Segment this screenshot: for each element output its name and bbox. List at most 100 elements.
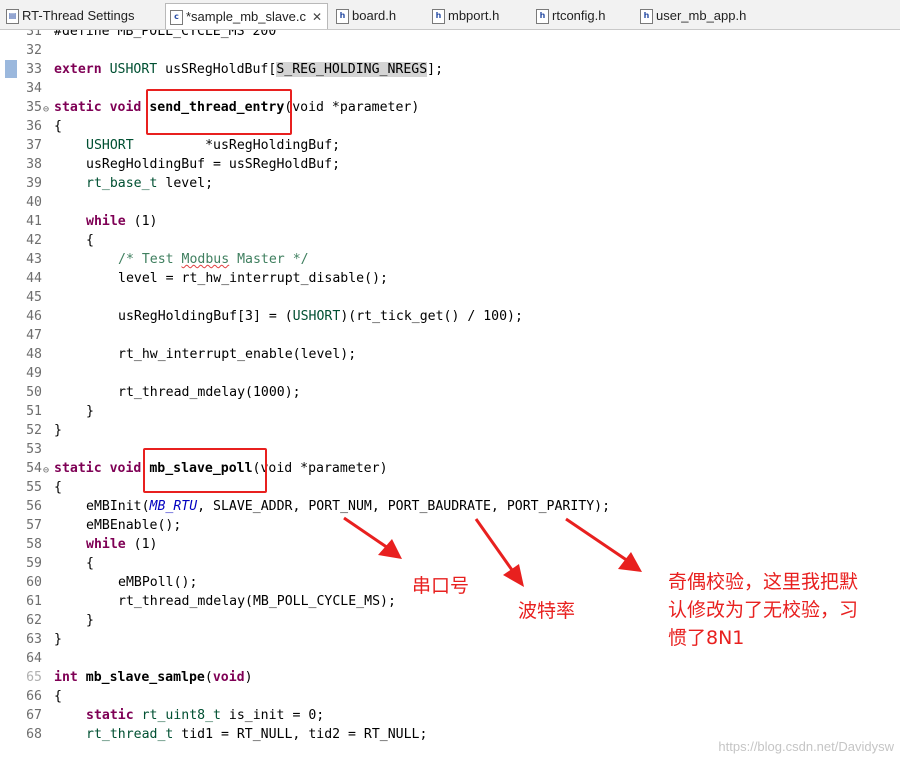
- code-line: 58 while (1): [0, 535, 900, 554]
- code-line: 32: [0, 41, 900, 60]
- line-number: 67: [26, 708, 42, 723]
- spelling-squiggle: Modbus: [181, 252, 230, 267]
- code-text: }: [54, 632, 62, 647]
- line-number: 51: [26, 404, 42, 419]
- tab-sample-mb-slave-c[interactable]: c *sample_mb_slave.c ✕: [165, 3, 329, 30]
- type-name: rt_base_t: [86, 176, 158, 191]
- code-text: while (1): [86, 535, 157, 554]
- line-number: 68: [26, 727, 42, 742]
- code-line: 49: [0, 364, 900, 383]
- code-fragment: , SLAVE_ADDR, PORT_NUM, PORT_BAUDRATE, P…: [197, 499, 611, 514]
- code-text: rt_thread_t tid1 = RT_NULL, tid2 = RT_NU…: [86, 725, 427, 744]
- line-number: 63: [26, 632, 42, 647]
- comment: /* Test Modbus Master */: [118, 250, 309, 269]
- code-text: #define MB_POLL_CYCLE_MS 200: [54, 30, 277, 39]
- tab-label: *sample_mb_slave.c: [186, 9, 306, 24]
- line-number: 40: [26, 195, 42, 210]
- code-fragment: eMBInit(: [86, 499, 150, 514]
- code-text: rt_thread_mdelay(MB_POLL_CYCLE_MS);: [118, 594, 396, 609]
- line-number: 50: [26, 385, 42, 400]
- line-number: 35: [26, 100, 42, 115]
- keyword: static: [54, 461, 102, 476]
- code-line: 66 {: [0, 687, 900, 706]
- line-number: 66: [26, 689, 42, 704]
- tab-mbport-h[interactable]: h mbport.h: [432, 3, 499, 28]
- line-number: 60: [26, 575, 42, 590]
- annotation-port: 串口号: [412, 575, 470, 597]
- highlight-box-mb-slave-poll: [143, 448, 267, 493]
- code-line: 46 usRegHoldingBuf[3] = (USHORT)(rt_tick_…: [0, 307, 900, 326]
- code-text: rt_hw_interrupt_enable(level);: [118, 347, 357, 362]
- h-file-icon: h: [336, 9, 349, 25]
- code-text: {: [54, 689, 62, 704]
- line-number: 62: [26, 613, 42, 628]
- code-text: {: [86, 233, 94, 248]
- code-text: extern USHORT usSRegHoldBuf[S_REG_HOLDIN…: [54, 60, 443, 79]
- tab-rtconfig-h[interactable]: h rtconfig.h: [536, 3, 605, 28]
- close-icon[interactable]: ✕: [312, 5, 322, 30]
- code-line: 40: [0, 193, 900, 212]
- line-number: 47: [26, 328, 42, 343]
- code-fragment: tid1 = RT_NULL, tid2 = RT_NULL;: [173, 727, 428, 742]
- line-number: 44: [26, 271, 42, 286]
- line-number: 33: [26, 62, 42, 77]
- code-line: 43 /* Test Modbus Master */: [0, 250, 900, 269]
- annotation-parity-1: 奇偶校验，这里我把默: [668, 571, 859, 593]
- code-fragment: ];: [427, 62, 444, 77]
- code-editor[interactable]: 31 #define MB_POLL_CYCLE_MS 200 32 33 exte…: [0, 30, 900, 760]
- code-text: {: [86, 556, 94, 571]
- code-fragment: )(rt_tick_get() / 100);: [340, 309, 523, 324]
- line-number: 42: [26, 233, 42, 248]
- type-name: rt_uint8_t: [133, 708, 221, 723]
- arrow-parity-icon: [565, 517, 642, 572]
- code-line: 63}: [0, 630, 900, 649]
- keyword: void: [109, 100, 142, 115]
- code-fragment: (: [204, 670, 213, 685]
- code-line: 39 rt_base_t level;: [0, 174, 900, 193]
- function-name: mb_slave_samlpe: [77, 670, 205, 685]
- annotation-baud: 波特率: [518, 600, 576, 622]
- h-file-icon: h: [432, 9, 445, 25]
- keyword: while: [86, 537, 126, 552]
- tab-user-mb-app-h[interactable]: h user_mb_app.h: [640, 3, 746, 28]
- code-text: while (1): [86, 212, 157, 231]
- code-fragment: (void *parameter): [284, 100, 420, 115]
- code-line: 67 static rt_uint8_t is_init = 0;: [0, 706, 900, 725]
- code-line: 52}: [0, 421, 900, 440]
- code-fragment: *usRegHoldingBuf;: [133, 138, 341, 153]
- code-fragment: ): [244, 670, 253, 685]
- code-fragment: level;: [157, 176, 214, 191]
- code-line: 38 usRegHoldingBuf = usSRegHoldBuf;: [0, 155, 900, 174]
- c-file-icon: c: [170, 10, 183, 26]
- type-name: USHORT: [292, 309, 341, 324]
- selected-text: S_REG_HOLDING_NREGS: [276, 62, 428, 77]
- code-line: 33 extern USHORT usSRegHoldBuf[S_REG_HOLD…: [0, 60, 900, 79]
- line-number: 64: [26, 651, 42, 666]
- code-fragment: is_init = 0;: [220, 708, 325, 723]
- keyword: extern: [54, 62, 102, 77]
- code-fragment: (1): [125, 537, 158, 552]
- code-text: }: [54, 423, 62, 438]
- settings-icon: ▤: [6, 9, 19, 25]
- line-number: 39: [26, 176, 42, 191]
- tab-label: user_mb_app.h: [656, 8, 747, 23]
- code-line: 64: [0, 649, 900, 668]
- line-number: 52: [26, 423, 42, 438]
- code-line: 37 USHORT *usRegHoldingBuf;: [0, 136, 900, 155]
- tab-board-h[interactable]: h board.h: [336, 3, 396, 28]
- keyword: void: [109, 461, 142, 476]
- line-number: 58: [26, 537, 42, 552]
- annotation-parity-2: 认修改为了无校验，习: [668, 599, 859, 621]
- code-fragment: (void *parameter): [252, 461, 388, 476]
- line-number: 53: [26, 442, 42, 457]
- code-line: 65 int mb_slave_samlpe(void): [0, 668, 900, 687]
- code-text: usRegHoldingBuf[3] = (USHORT)(rt_tick_ge…: [118, 307, 523, 326]
- line-number: 46: [26, 309, 42, 324]
- code-fragment: usRegHoldingBuf[3] = (: [118, 309, 293, 324]
- code-line: 53: [0, 440, 900, 459]
- code-text: }: [86, 404, 94, 419]
- code-line: 50 rt_thread_mdelay(1000);: [0, 383, 900, 402]
- code-line: 51}: [0, 402, 900, 421]
- h-file-icon: h: [640, 9, 653, 25]
- tab-rt-thread-settings[interactable]: ▤ RT-Thread Settings: [6, 3, 134, 28]
